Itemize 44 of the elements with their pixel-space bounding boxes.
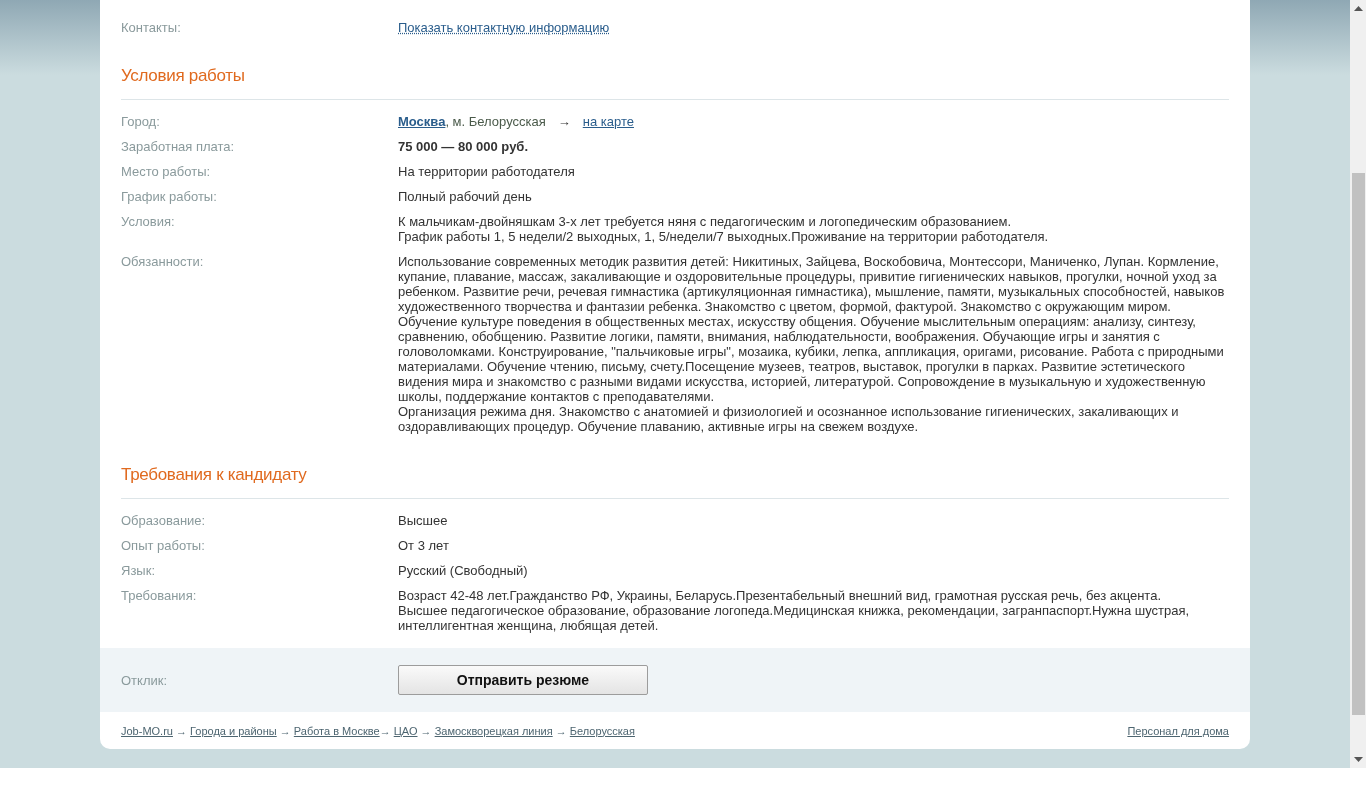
field-value: От 3 лет xyxy=(398,538,450,553)
field-label: Место работы: xyxy=(121,164,212,179)
map-link[interactable]: на карте xyxy=(582,114,634,129)
breadcrumb-link[interactable]: Белорусская xyxy=(569,724,635,737)
field-value: Русский (Свободный) xyxy=(398,563,529,578)
send-resume-button[interactable]: Отправить резюме xyxy=(398,665,648,695)
breadcrumb-arrow: → xyxy=(278,724,292,737)
metro-station: , м. Белорусская xyxy=(445,114,546,129)
field-value: Использование современных методик развития детей: Никитиных, Зайцева, Воскобовича, Монтессори, Маниченко, Лупан. Кормление, купание, плавание, массаж, закаливающие и оздоровительные процедуры, привитие гигиенических навыков, прогулки, ночной уход за ребенком. Развитие речи, речевая гимнастика (артикуляционная гимнастика), мышление, памяти, музыкальных способностей, навыков художественного творчества и фантазии ребенка. Знакомство с цветом, формой, фактурой. Знакомство с окружающим миром. Обучение культуре поведения в общественных местах, искусству общения. Обучение мыслительным операциям: анализу, синтезу, сравнению, обобщению. Развитие логики, памяти, внимания, наблюдательности, воображения. Обучающие игры и занятия с головоломками. Конструирование, "пальчиковые игры", мозаика, кубики, лепка, аппликация, оригами, рисование. Работа с природными материалами. Обучение чтению, письму, счету.Посещение музеев, театров, выставок, прогулки в парках. Развитие эстетического видения мира и знакомство с разными видами искусства, историей, литературой. Сопровождение в музыкальную и художественную школы, поддержание контактов с преподавателями. Организация режима дня. Знакомство с анатомией и физиологией и осознанное использование гигиенических, закаливающих и оздоравливающих процедур. Обучение плаванию, активные игры на свежем воздухе. xyxy=(398,254,1226,434)
breadcrumb-arrow: → xyxy=(554,724,568,737)
scroll-down-icon[interactable] xyxy=(1353,757,1363,762)
breadcrumb-arrow: → xyxy=(175,724,189,737)
breadcrumb-arrow: → xyxy=(379,724,392,737)
field-label: График работы: xyxy=(121,189,218,204)
footer-link[interactable]: Персонал для дома xyxy=(1127,724,1229,737)
field-value: Высшее xyxy=(398,513,449,528)
field-value: Возраст 42-48 лет.Гражданство РФ, Украины, Беларусь.Презентабельный внешний вид, грамотная русская речь, без акцента. Высшее педагогическое образование, образование логопеда.Медицинская книжка, рекомендации, загранпаспорт.Нужна шустрая, интеллигентная женщина, любящая детей. xyxy=(398,588,1191,633)
arrow-text: → xyxy=(557,114,571,129)
breadcrumb-link[interactable]: Города и районы xyxy=(190,724,277,737)
salary-value: 75 000 — 80 000 руб. xyxy=(398,139,529,154)
breadcrumb-link[interactable]: Job-MO.ru xyxy=(121,724,173,737)
field-label: Обязанности: xyxy=(121,254,205,271)
field-label: Требования: xyxy=(121,588,198,605)
section-title: Требования к кандидату xyxy=(121,465,1229,499)
breadcrumb-arrow: → xyxy=(419,724,433,737)
field-value: К мальчикам-двойняшкам 3-х лет требуется няня с педагогическим и логопедическим образованием. График работы 1, 5 недели/2 выходных, 1, 5/недели/7 выходных.Проживание на территории работодателя. xyxy=(398,214,1050,244)
field-label: Условия: xyxy=(121,214,176,231)
breadcrumb-link[interactable]: Работа в Москве xyxy=(293,724,380,737)
scrollbar[interactable] xyxy=(1350,0,1366,768)
field-label: Язык: xyxy=(121,563,156,578)
field-value: На территории работодателя xyxy=(398,164,576,179)
breadcrumb-link[interactable]: Замоскворецкая линия xyxy=(434,724,553,737)
field-label: Образование: xyxy=(121,513,207,528)
field-value: Полный рабочий день xyxy=(398,189,533,204)
field-label: Отклик: xyxy=(121,672,169,688)
scroll-up-icon[interactable] xyxy=(1353,6,1363,11)
section-title: Условия работы xyxy=(121,66,1229,100)
field-label: Контакты: xyxy=(121,20,182,35)
field-label: Город: xyxy=(121,114,161,129)
contacts-link[interactable]: Показать контактную информацию xyxy=(398,20,610,35)
field-label: Заработная плата: xyxy=(121,139,236,154)
scrollbar-thumb[interactable] xyxy=(1351,173,1365,715)
breadcrumb-link[interactable]: ЦАО xyxy=(393,724,418,737)
field-label: Опыт работы: xyxy=(121,538,206,553)
